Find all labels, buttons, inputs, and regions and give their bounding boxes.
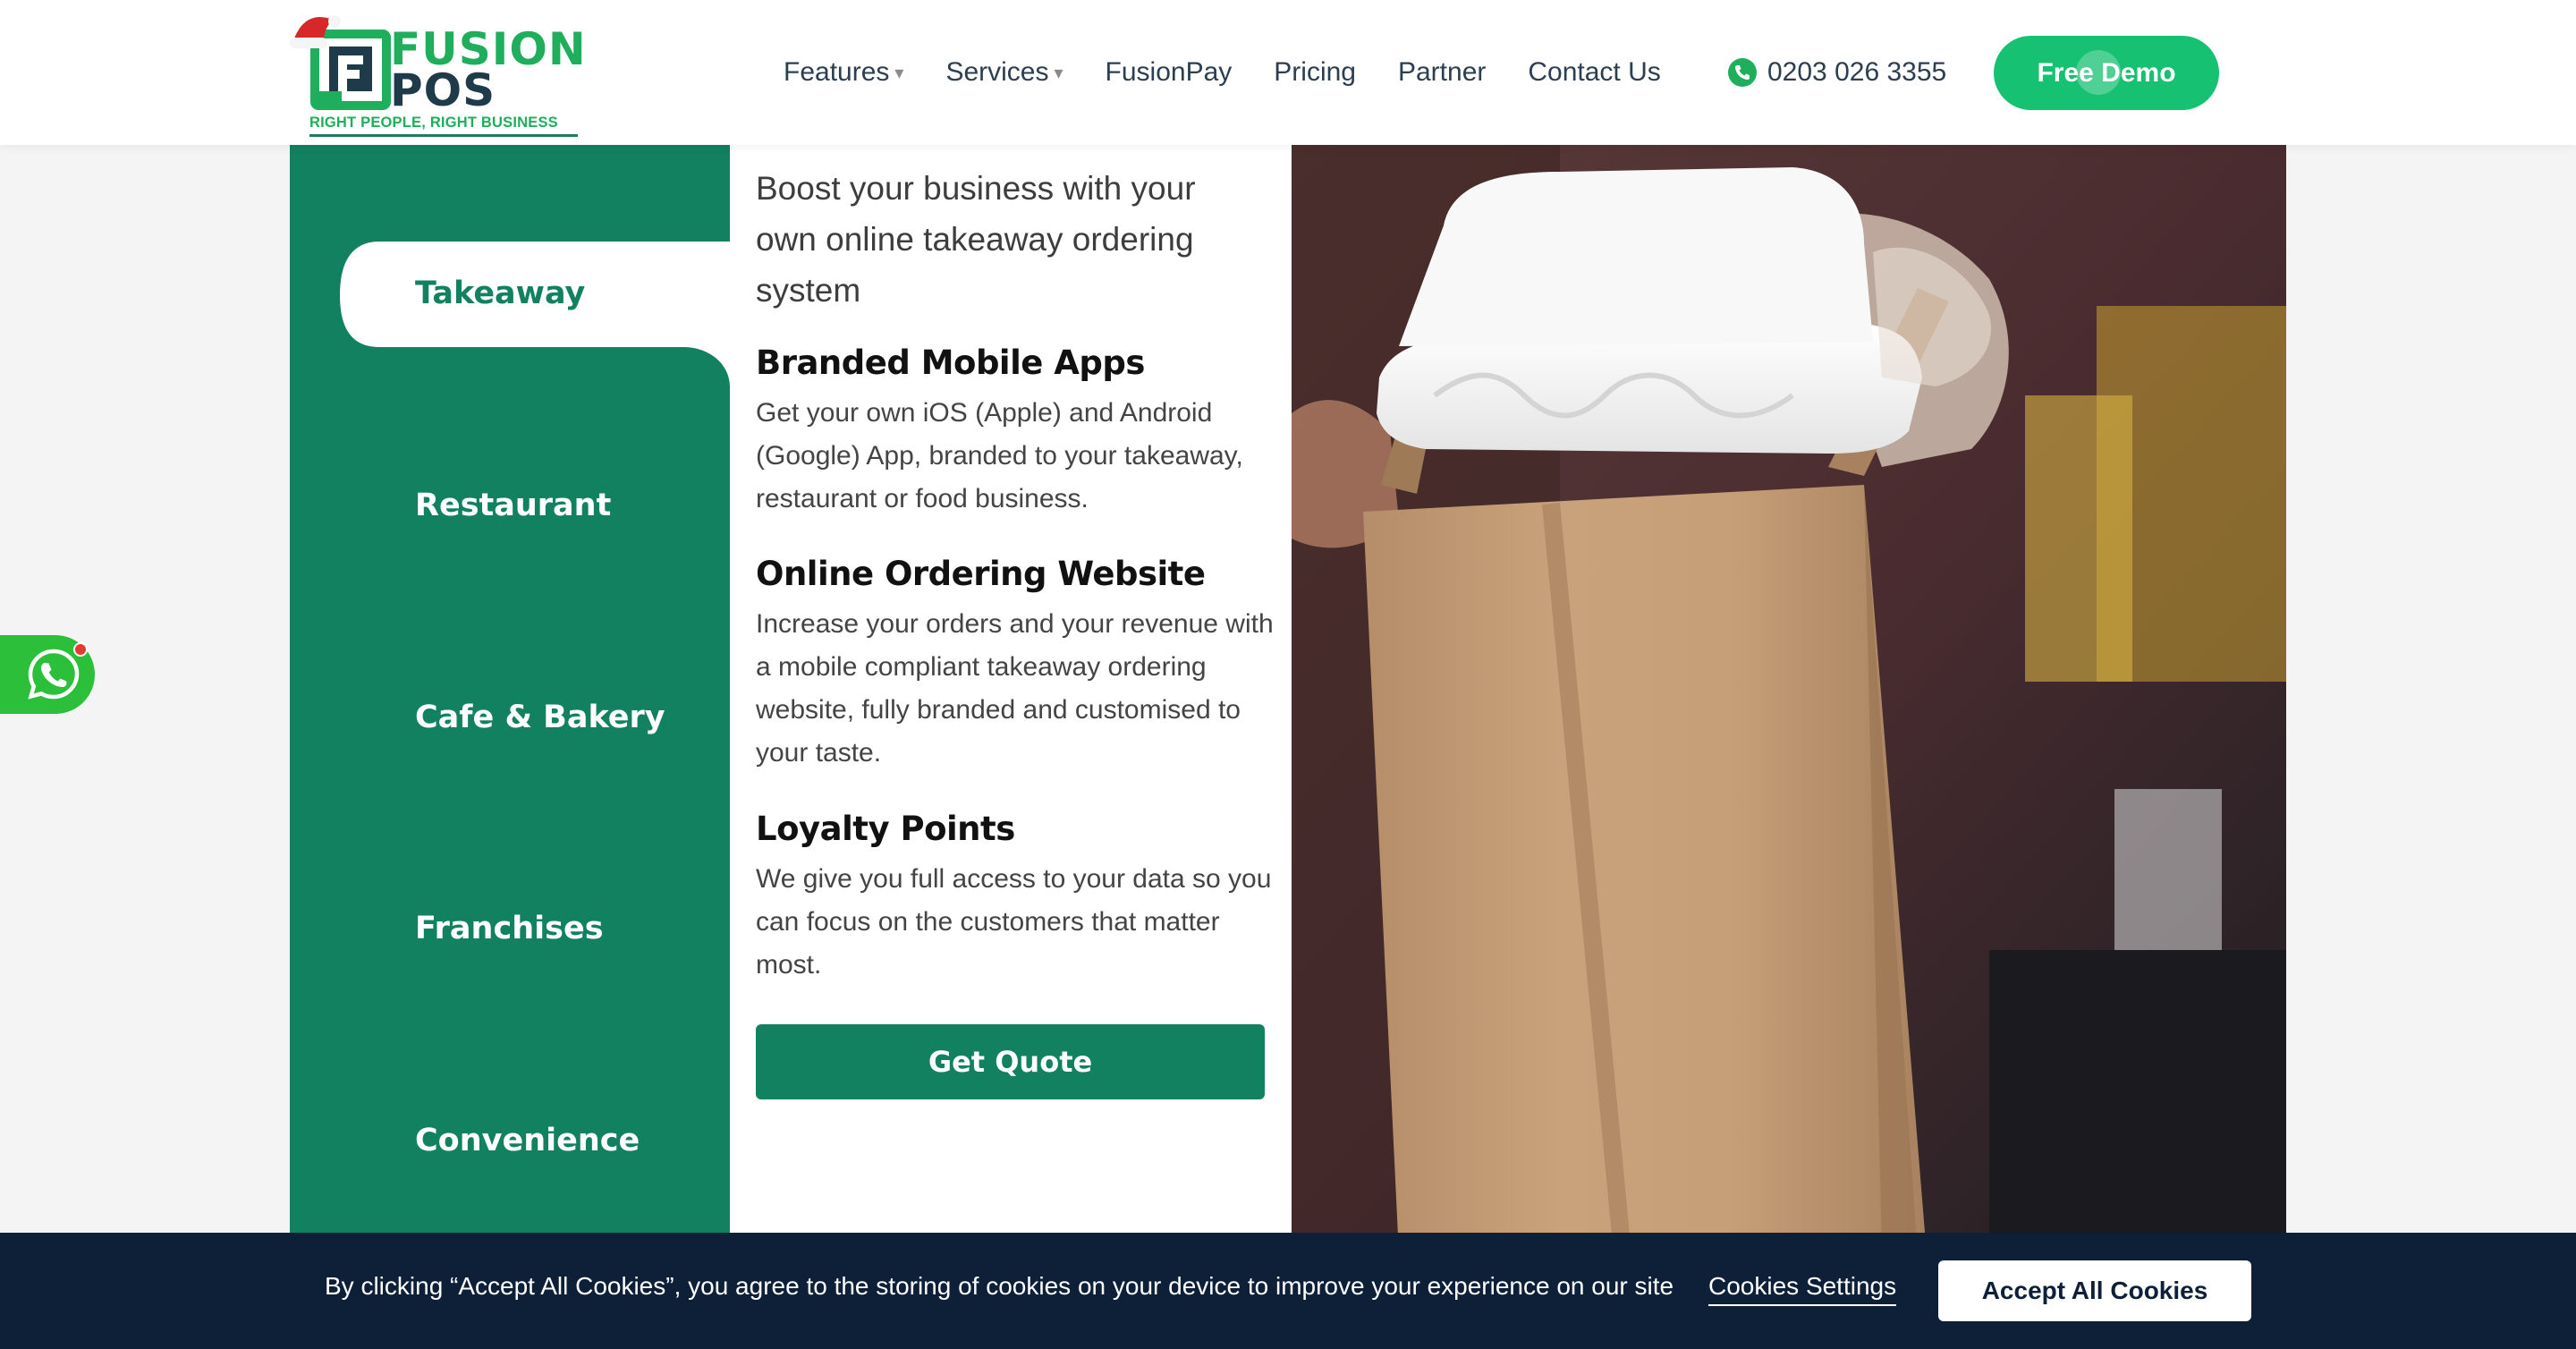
get-quote-button[interactable]: Get Quote (756, 1024, 1265, 1099)
cookie-consent-bar: By clicking “Accept All Cookies”, you ag… (0, 1233, 2576, 1349)
nav-item-features[interactable]: Features ▾ (784, 57, 903, 88)
logo-tagline: RIGHT PEOPLE, RIGHT BUSINESS (309, 115, 578, 137)
nav-item-label: Contact Us (1528, 57, 1661, 87)
tab-convenience[interactable]: Convenience (415, 1123, 640, 1158)
tab-cafe-bakery[interactable]: Cafe & Bakery (415, 700, 665, 735)
notification-dot (73, 642, 88, 657)
nav-item-label: Services (945, 57, 1049, 87)
whatsapp-button[interactable] (0, 635, 95, 714)
logo[interactable]: FUSION POS RIGHT PEOPLE, RIGHT BUSINESS (288, 11, 586, 138)
chevron-down-icon: ▾ (1054, 63, 1063, 83)
feature-title: Branded Mobile Apps (756, 344, 1145, 382)
active-tab-shape (340, 145, 730, 386)
takeaway-photo (1292, 145, 2286, 1254)
nav-item-services[interactable]: Services ▾ (945, 57, 1063, 88)
tab-franchises[interactable]: Franchises (415, 911, 604, 946)
logo-brand-line2: POS (390, 64, 496, 116)
nav-item-contact-us[interactable]: Contact Us (1528, 57, 1660, 88)
phone-number: 0203 026 3355 (1767, 57, 1947, 87)
cookie-consent-text: By clicking “Accept All Cookies”, you ag… (325, 1272, 1674, 1300)
free-demo-label: Free Demo (2037, 57, 2176, 88)
free-demo-button[interactable]: Free Demo (1994, 36, 2219, 110)
nav-item-partner[interactable]: Partner (1398, 57, 1486, 88)
nav-item-fusionpay[interactable]: FusionPay (1106, 57, 1233, 88)
nav-item-label: Pricing (1274, 57, 1356, 87)
nav-item-pricing[interactable]: Pricing (1274, 57, 1356, 88)
feature-title: Loyalty Points (756, 810, 1015, 848)
tab-takeaway[interactable]: Takeaway (415, 276, 585, 311)
feature-title: Online Ordering Website (756, 555, 1206, 593)
nav-item-label: Partner (1397, 57, 1487, 87)
takeaway-bag-image (1292, 145, 2286, 1254)
main-nav: Features ▾ Services ▾ FusionPay Pricing … (784, 52, 1703, 93)
nav-item-label: FusionPay (1105, 57, 1233, 87)
tab-restaurant[interactable]: Restaurant (415, 488, 611, 523)
intro-text: Boost your business with your own online… (756, 170, 1196, 309)
phone-link[interactable]: 0203 026 3355 (1728, 52, 1946, 93)
accept-all-cookies-button[interactable]: Accept All Cookies (1938, 1260, 2251, 1321)
feature-description: Get your own iOS (Apple) and Android (Go… (756, 398, 1243, 513)
chevron-down-icon: ▾ (894, 63, 904, 83)
site-header: FUSION POS RIGHT PEOPLE, RIGHT BUSINESS … (0, 0, 2576, 145)
feature-description: We give you full access to your data so … (756, 864, 1272, 980)
phone-icon (1728, 58, 1757, 87)
nav-item-label: Features (784, 57, 890, 87)
feature-description: Increase your orders and your revenue wi… (756, 609, 1274, 768)
santa-hat-icon (290, 15, 341, 48)
cookies-settings-link[interactable]: Cookies Settings (1708, 1272, 1897, 1306)
